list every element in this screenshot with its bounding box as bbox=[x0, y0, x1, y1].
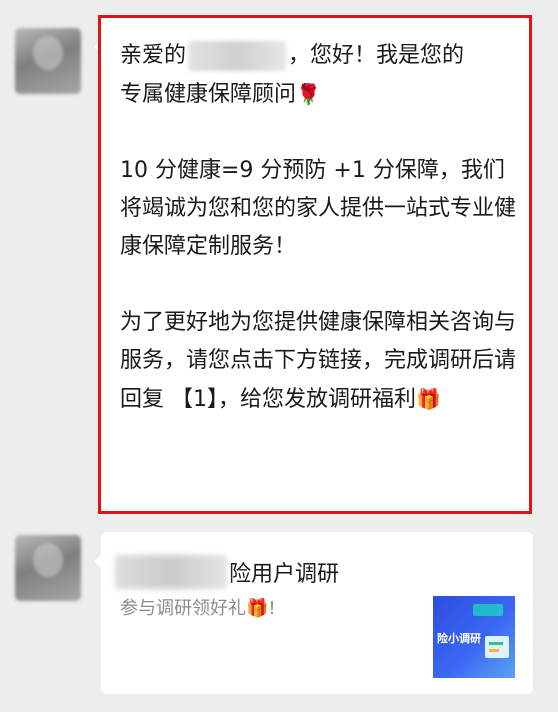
thumb-label: 险小调研 bbox=[437, 632, 481, 645]
document-icon bbox=[485, 636, 509, 658]
survey-text: 为了更好地为您提供健康保障相关咨询与服务，请您点击下方链接，完成调研后请回复 【… bbox=[120, 310, 517, 412]
greeting-suffix: ，您好！我是您的 bbox=[288, 43, 465, 68]
card-title[interactable]: 险用户调研 bbox=[115, 552, 515, 592]
card-desc-text: 参与调研领好礼 bbox=[120, 598, 246, 619]
sender-avatar[interactable] bbox=[15, 28, 81, 94]
card-thumbnail[interactable]: 险小调研 bbox=[433, 596, 515, 678]
card-description: 参与调研领好礼🎁! bbox=[120, 594, 276, 620]
gift-icon: 🎁 bbox=[416, 387, 441, 411]
message-text: 亲爱的 ，您好！我是您的 专属健康保障顾问🌹 10 分健康=9 分预防 +1 分保… bbox=[120, 37, 520, 419]
card-desc-end: ! bbox=[268, 598, 276, 619]
greeting-paragraph: 亲爱的 ，您好！我是您的 专属健康保障顾问🌹 bbox=[120, 37, 520, 114]
card-tail bbox=[94, 554, 102, 568]
sender-avatar-2[interactable] bbox=[15, 535, 81, 601]
greeting-prefix: 亲爱的 bbox=[120, 43, 187, 68]
thumb-bar-green bbox=[489, 642, 503, 645]
bubble-tail bbox=[94, 40, 102, 54]
rose-icon: 🌹 bbox=[296, 82, 321, 106]
card-title-text: 险用户调研 bbox=[229, 562, 340, 587]
thumb-bar-orange bbox=[489, 649, 499, 652]
redacted-title bbox=[115, 555, 227, 589]
survey-paragraph: 为了更好地为您提供健康保障相关咨询与服务，请您点击下方链接，完成调研后请回复 【… bbox=[120, 304, 520, 419]
gift-small-icon: 🎁 bbox=[246, 598, 269, 619]
advisor-intro: 专属健康保障顾问 bbox=[120, 82, 297, 107]
health-paragraph: 10 分健康=9 分预防 +1 分保障，我们将竭诚为您和您的家人提供一站式专业健… bbox=[120, 158, 517, 259]
thumb-decoration bbox=[473, 604, 503, 616]
redacted-name bbox=[188, 41, 287, 71]
